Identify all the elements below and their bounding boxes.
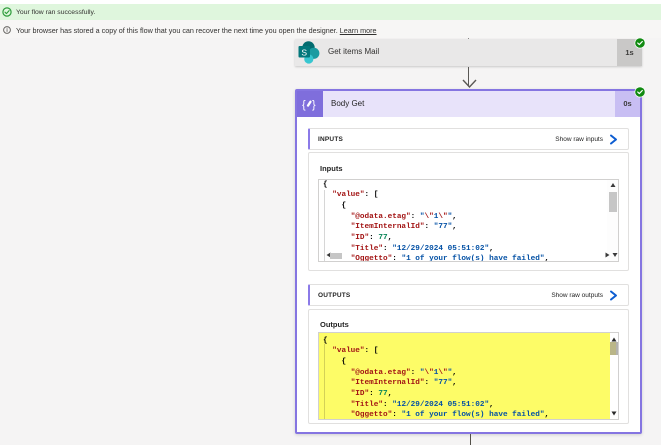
svg-text:S: S — [301, 47, 307, 57]
svg-text:{: { — [302, 99, 306, 111]
svg-text:}: } — [312, 99, 316, 111]
